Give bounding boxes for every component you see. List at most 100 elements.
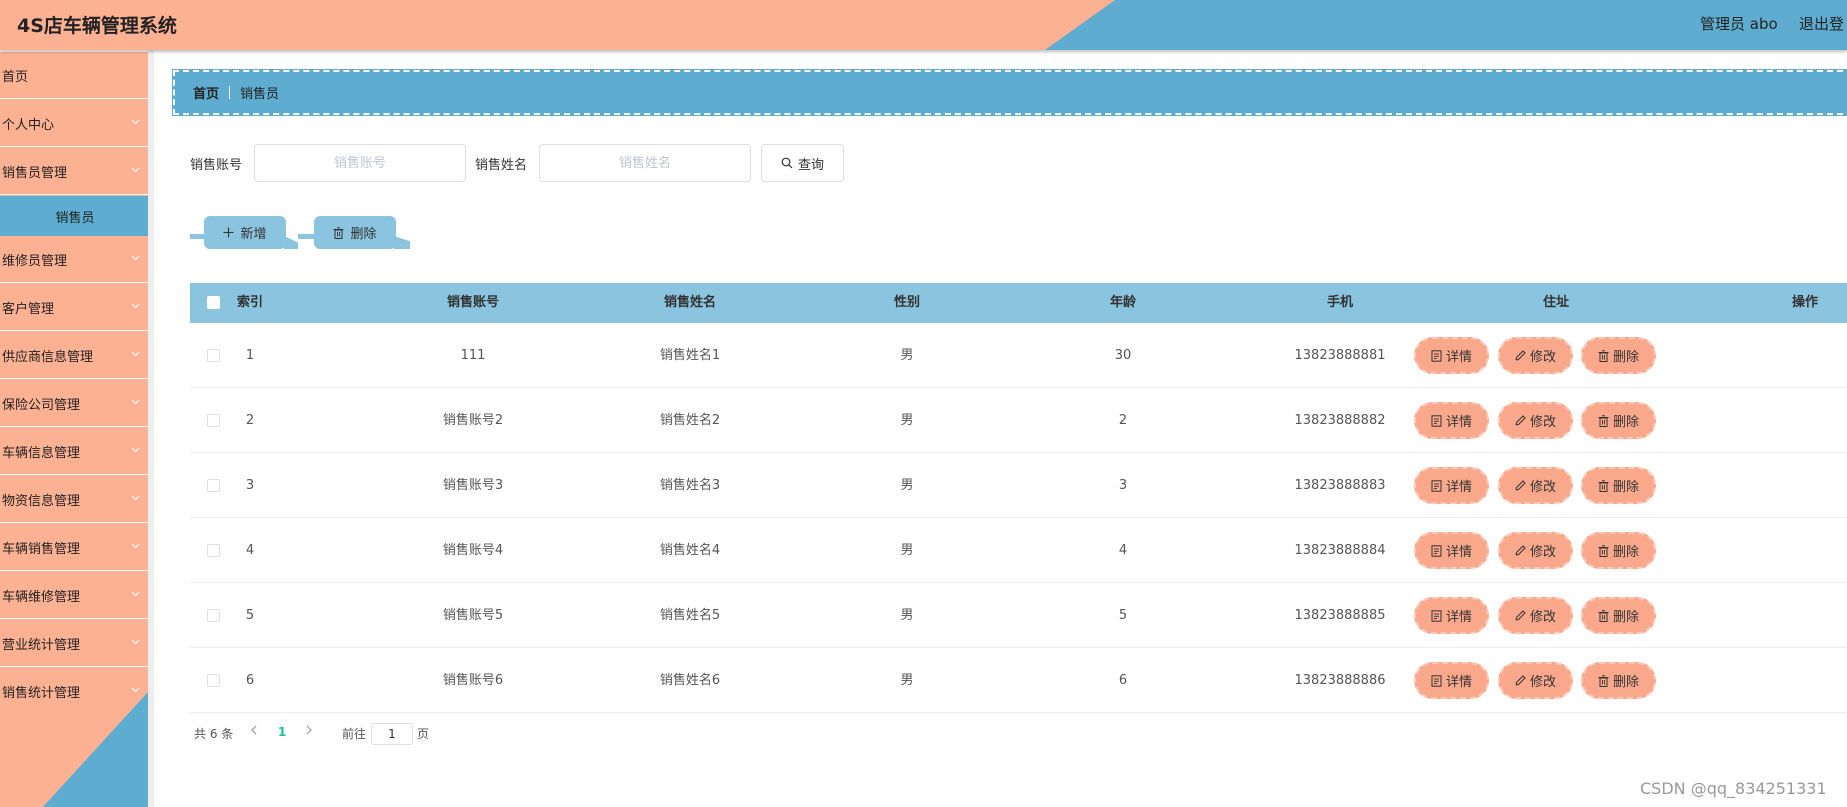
row-checkbox[interactable] — [207, 349, 220, 362]
row-detail-button[interactable]: 详情 — [1414, 662, 1489, 699]
trash-icon — [1598, 609, 1609, 622]
sidebar-item-vehicle-info-management[interactable]: 车辆信息管理 — [0, 428, 148, 475]
row-delete-button[interactable]: 删除 — [1581, 402, 1656, 439]
row-delete-button[interactable]: 删除 — [1581, 532, 1656, 569]
logout-link[interactable]: 退出登 — [1799, 13, 1844, 34]
add-button[interactable]: 新增 — [204, 216, 286, 249]
row-delete-label: 删除 — [1612, 610, 1639, 625]
table-row: 1111销售姓名1男3013823888881住址1详情修改删除 — [190, 323, 1847, 388]
cell-age: 2 — [1118, 413, 1128, 428]
cell-name: 销售姓名5 — [659, 608, 721, 623]
row-delete-label: 删除 — [1612, 415, 1639, 430]
row-edit-label: 修改 — [1529, 610, 1556, 625]
sidebar-item-insurance-management[interactable]: 保险公司管理 — [0, 380, 148, 427]
sidebar-item-label: 车辆维修管理 — [2, 589, 81, 605]
chevron-down-icon — [131, 253, 140, 262]
trash-icon — [1598, 414, 1609, 427]
sidebar-item-label: 供应商信息管理 — [2, 349, 94, 365]
name-search-label: 销售姓名 — [475, 158, 528, 173]
select-all-checkbox[interactable] — [207, 296, 220, 309]
cell-age: 3 — [1118, 478, 1128, 493]
table-row: 2销售账号2销售姓名2男213823888882住址2详情修改删除 — [190, 388, 1847, 453]
name-search-input[interactable] — [539, 144, 751, 182]
row-checkbox[interactable] — [207, 544, 220, 557]
sidebar-item-sales-staff[interactable]: 销售员 — [0, 196, 148, 236]
pagination-goto-input[interactable]: 1 — [371, 723, 413, 745]
column-address: 住址 — [1542, 295, 1569, 310]
row-checkbox[interactable] — [207, 674, 220, 687]
row-edit-button[interactable]: 修改 — [1498, 532, 1573, 569]
sidebar-item-repair-staff-management[interactable]: 维修员管理 — [0, 236, 148, 283]
sidebar-item-vehicle-sales-management[interactable]: 车辆销售管理 — [0, 524, 148, 571]
row-checkbox[interactable] — [207, 414, 220, 427]
row-checkbox[interactable] — [207, 609, 220, 622]
cell-age: 6 — [1118, 673, 1128, 688]
sidebar-item-label: 保险公司管理 — [2, 397, 81, 413]
row-edit-button[interactable]: 修改 — [1498, 467, 1573, 504]
row-edit-button[interactable]: 修改 — [1498, 597, 1573, 634]
cell-index: 5 — [245, 608, 255, 623]
row-delete-label: 删除 — [1612, 480, 1639, 495]
cell-age: 4 — [1118, 543, 1128, 558]
chevron-down-icon — [131, 117, 140, 126]
cell-gender: 男 — [900, 478, 914, 493]
row-detail-button[interactable]: 详情 — [1414, 337, 1489, 374]
plus-icon — [223, 227, 234, 238]
row-edit-button[interactable]: 修改 — [1498, 402, 1573, 439]
edit-icon — [1515, 350, 1526, 361]
row-edit-button[interactable]: 修改 — [1498, 337, 1573, 374]
breadcrumb-home[interactable]: 首页 — [193, 83, 219, 102]
delete-button[interactable]: 删除 — [314, 216, 396, 249]
cell-gender: 男 — [900, 348, 914, 363]
column-phone: 手机 — [1326, 295, 1353, 310]
sidebar-item-sales-stats-management[interactable]: 销售统计管理 — [0, 668, 148, 715]
trash-icon — [1598, 479, 1609, 492]
row-detail-button[interactable]: 详情 — [1414, 597, 1489, 634]
row-detail-label: 详情 — [1445, 545, 1472, 560]
trash-icon — [1598, 674, 1609, 687]
sidebar-item-label: 营业统计管理 — [2, 637, 81, 653]
row-delete-button[interactable]: 删除 — [1581, 337, 1656, 374]
cell-index: 1 — [245, 348, 255, 363]
pagination-current-page[interactable]: 1 — [278, 725, 286, 739]
sidebar-item-personal-center[interactable]: 个人中心 — [0, 100, 148, 147]
row-detail-button[interactable]: 详情 — [1414, 467, 1489, 504]
edit-icon — [1515, 415, 1526, 426]
sidebar-item-material-info-management[interactable]: 物资信息管理 — [0, 476, 148, 523]
sidebar-item-business-stats-management[interactable]: 营业统计管理 — [0, 620, 148, 667]
sidebar-item-sales-staff-management[interactable]: 销售员管理 — [0, 148, 148, 195]
document-icon — [1431, 349, 1442, 362]
cell-gender: 男 — [900, 673, 914, 688]
row-edit-label: 修改 — [1529, 415, 1556, 430]
sidebar-item-label: 车辆销售管理 — [2, 541, 81, 557]
row-detail-button[interactable]: 详情 — [1414, 402, 1489, 439]
row-delete-button[interactable]: 删除 — [1581, 467, 1656, 504]
cell-gender: 男 — [900, 413, 914, 428]
sidebar-item-customer-management[interactable]: 客户管理 — [0, 284, 148, 331]
cell-name: 销售姓名2 — [659, 413, 721, 428]
prev-page-icon[interactable] — [250, 724, 258, 736]
cell-name: 销售姓名4 — [659, 543, 721, 558]
sidebar-item-label: 销售员管理 — [2, 165, 68, 181]
query-button[interactable]: 查询 — [761, 144, 844, 182]
row-delete-label: 删除 — [1612, 350, 1639, 365]
sidebar-item-home[interactable]: 首页 — [0, 52, 148, 99]
sidebar-item-label: 维修员管理 — [2, 253, 68, 269]
row-detail-label: 详情 — [1445, 480, 1472, 495]
row-checkbox[interactable] — [207, 479, 220, 492]
account-search-input[interactable] — [254, 144, 466, 182]
row-delete-button[interactable]: 删除 — [1581, 662, 1656, 699]
row-edit-button[interactable]: 修改 — [1498, 662, 1573, 699]
row-delete-button[interactable]: 删除 — [1581, 597, 1656, 634]
sidebar-item-supplier-management[interactable]: 供应商信息管理 — [0, 332, 148, 379]
sidebar-item-vehicle-repair-management[interactable]: 车辆维修管理 — [0, 572, 148, 619]
row-detail-button[interactable]: 详情 — [1414, 532, 1489, 569]
row-delete-label: 删除 — [1612, 675, 1639, 690]
sidebar-item-label: 个人中心 — [2, 117, 55, 133]
next-page-icon[interactable] — [305, 724, 313, 736]
app-title: 4S店车辆管理系统 — [17, 15, 177, 37]
chevron-down-icon — [131, 349, 140, 358]
cell-age: 5 — [1118, 608, 1128, 623]
cell-account: 111 — [460, 348, 486, 363]
query-button-label: 查询 — [797, 157, 824, 173]
